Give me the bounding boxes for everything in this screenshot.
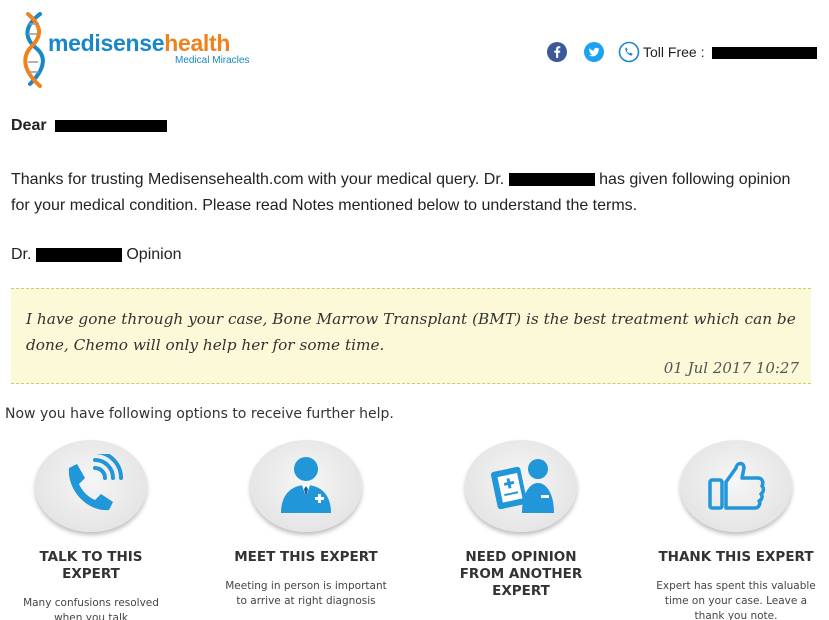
another-expert-circle[interactable] bbox=[465, 440, 577, 532]
intro-paragraph: Thanks for trusting Medisensehealth.com … bbox=[11, 171, 791, 214]
meet-expert-circle[interactable] bbox=[250, 440, 362, 532]
toll-free-number: Toll Free : bbox=[643, 44, 818, 60]
talk-to-expert-circle[interactable] bbox=[35, 440, 147, 532]
brand-tagline: Medical Miracles bbox=[175, 55, 250, 66]
redacted-doctor-name bbox=[508, 173, 595, 187]
options-intro: Now you have following options to receiv… bbox=[5, 406, 394, 422]
medisensehealth-logo[interactable]: medisensehealth Medical Miracles bbox=[20, 12, 260, 90]
redacted-phone-number bbox=[712, 47, 818, 60]
medical-report-icon bbox=[490, 459, 554, 513]
meet-expert-title[interactable]: MEET THIS EXPERT bbox=[206, 549, 406, 566]
brand-name: medisensehealth bbox=[48, 30, 231, 56]
thank-expert-desc: Expert has spent this valuable time on y… bbox=[656, 580, 816, 620]
another-expert-title[interactable]: NEED OPINION FROM ANOTHER EXPERT bbox=[421, 549, 621, 600]
talk-to-expert-option[interactable]: TALK TO THIS EXPERT Many confusions reso… bbox=[0, 440, 191, 620]
greeting: Dear bbox=[11, 117, 168, 135]
talk-to-expert-title[interactable]: TALK TO THIS EXPERT bbox=[0, 549, 191, 583]
talk-to-expert-desc: Many confusions resolved when you talk bbox=[23, 597, 159, 620]
facebook-icon[interactable] bbox=[546, 41, 568, 67]
thank-expert-option[interactable]: THANK THIS EXPERT Expert has spent this … bbox=[636, 440, 829, 620]
opinion-date: 01 Jul 2017 10:27 bbox=[663, 359, 799, 377]
toll-free-label: Toll Free : bbox=[643, 44, 705, 60]
another-expert-option[interactable]: NEED OPINION FROM ANOTHER EXPERT bbox=[421, 440, 621, 600]
opinion-heading: Dr. Opinion bbox=[11, 246, 182, 263]
doctor-icon bbox=[281, 457, 331, 513]
twitter-icon[interactable] bbox=[583, 41, 605, 67]
redacted-doctor-name bbox=[35, 247, 122, 262]
meet-expert-desc: Meeting in person is important to arrive… bbox=[225, 580, 387, 607]
meet-expert-option[interactable]: MEET THIS EXPERT Meeting in person is im… bbox=[206, 440, 406, 609]
redacted-patient-name bbox=[55, 119, 168, 132]
thank-expert-circle[interactable] bbox=[680, 440, 792, 532]
dna-helix-icon bbox=[23, 12, 45, 88]
opinion-quote-box: I have gone through your case, Bone Marr… bbox=[11, 288, 811, 384]
phone-icon[interactable] bbox=[618, 41, 640, 67]
opinion-quote-text: I have gone through your case, Bone Marr… bbox=[26, 310, 796, 354]
thank-expert-title[interactable]: THANK THIS EXPERT bbox=[636, 549, 829, 566]
thumbs-up-icon bbox=[708, 461, 766, 510]
phone-call-icon bbox=[68, 454, 123, 511]
